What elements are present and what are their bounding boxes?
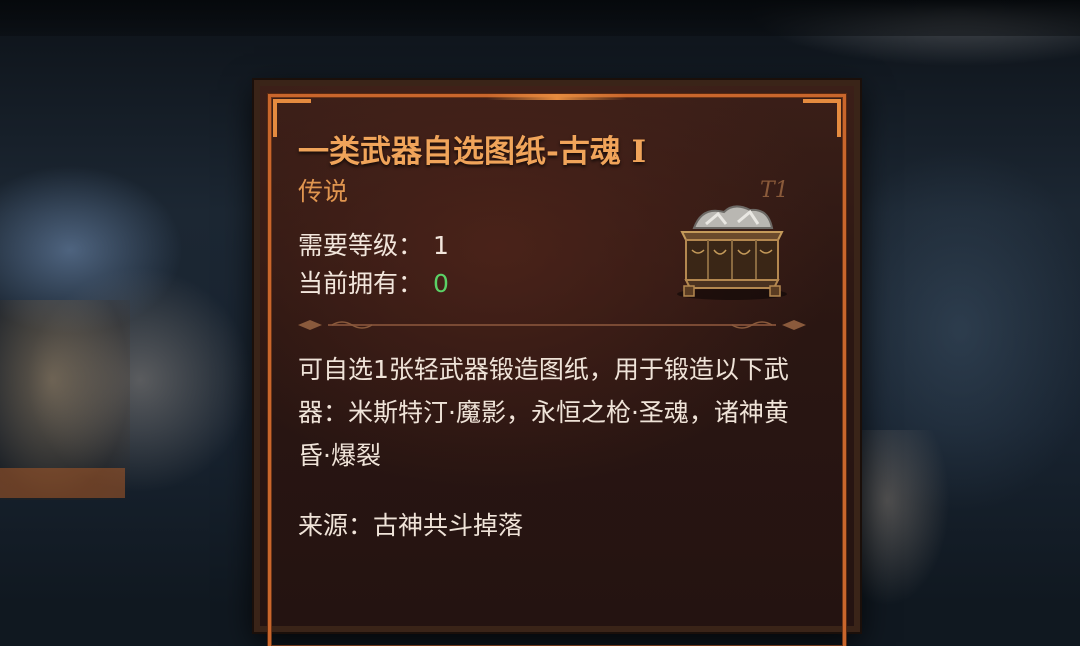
required-level-row: 需要等级： 1 <box>298 226 449 262</box>
item-tooltip-panel: 一类武器自选图纸-古魂 I 传说 T1 需要等级： 1 当前拥有： 0 可自选1张轻… <box>254 80 860 646</box>
required-level-label: 需要等级： <box>298 231 424 260</box>
owned-count-label: 当前拥有： <box>298 269 424 298</box>
item-description: 可自选1张轻武器锻造图纸，用于锻造以下武器：米斯特汀·魔影，永恒之枪·圣魂，诸神… <box>298 355 789 470</box>
treasure-chest-icon <box>677 205 787 300</box>
item-source: 来源：古神共斗掉落 <box>298 511 524 540</box>
required-level-value: 1 <box>433 231 449 260</box>
background-figure <box>860 430 950 606</box>
section-divider <box>298 320 806 330</box>
owned-count-value: 0 <box>433 269 449 298</box>
frame-top-ornament <box>487 94 627 100</box>
item-title: 一类武器自选图纸-古魂 I <box>298 134 647 170</box>
item-rarity: 传说 <box>298 177 349 206</box>
background-highlight <box>0 468 125 498</box>
owned-count-row: 当前拥有： 0 <box>298 264 449 300</box>
top-bar <box>0 0 1080 36</box>
frame-corner-ornament <box>803 99 841 137</box>
